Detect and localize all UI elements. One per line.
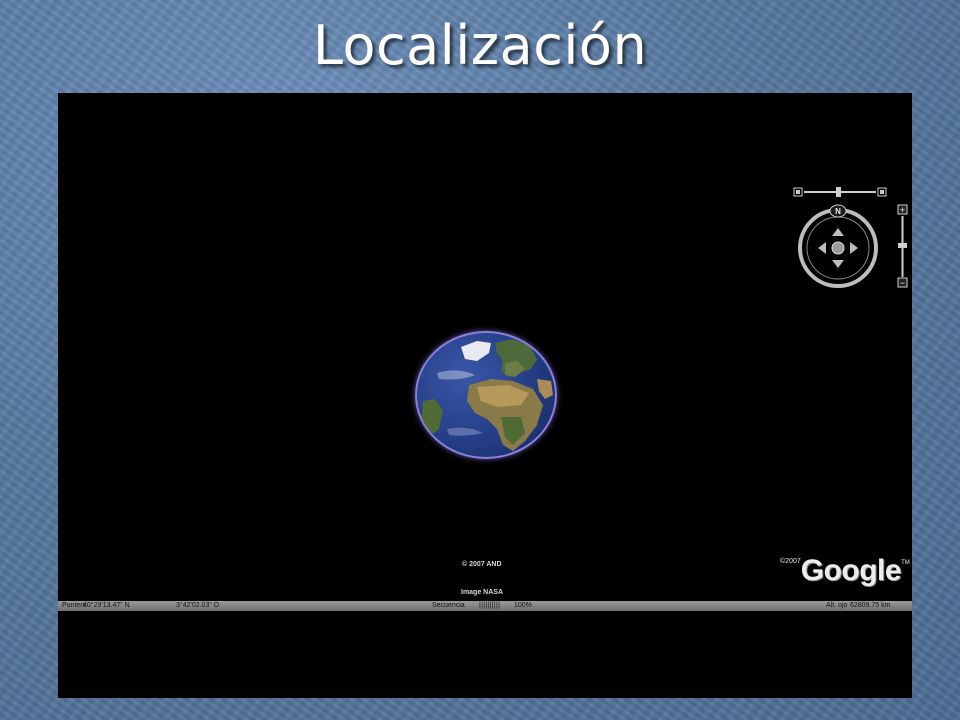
pan-right-arrow[interactable]	[850, 242, 858, 254]
streaming-label: Secuencia	[432, 602, 465, 609]
logo-text: Google	[800, 554, 902, 587]
credit-and: © 2007 AND	[462, 561, 502, 568]
streaming-progress: ||||||||||	[479, 602, 501, 609]
google-earth-viewer[interactable]: N + − © 2007 AND Image NASA ©2007GoogleT…	[58, 93, 912, 698]
look-joystick[interactable]	[831, 241, 845, 255]
globe-landmass	[421, 339, 553, 451]
slide-title: Localización	[312, 14, 648, 77]
pan-down-arrow[interactable]	[832, 260, 844, 268]
google-logo: ©2007GoogleTM	[780, 554, 910, 588]
credit-nasa: Image NASA	[461, 589, 504, 596]
pointer-latitude: 40°29'13.47" N	[83, 602, 130, 609]
svg-text:+: +	[900, 205, 905, 215]
pan-left-arrow[interactable]	[818, 242, 826, 254]
status-bar: Puntero 40°29'13.47" N 3°42'02.03" O Sec…	[58, 601, 912, 611]
tilt-slider[interactable]	[793, 187, 887, 197]
zoom-slider[interactable]: + −	[897, 204, 908, 288]
logo-copyright: ©2007	[780, 558, 801, 565]
altitude-value: 62809.75 km	[850, 602, 891, 609]
streaming-percent: 100%	[514, 602, 532, 609]
navigation-controls: N + −	[788, 183, 912, 293]
compass-north-label: N	[835, 207, 841, 216]
pan-up-arrow[interactable]	[832, 228, 844, 236]
altitude-label: Alt. ojo	[826, 602, 848, 609]
earth-globe[interactable]	[415, 331, 557, 459]
logo-trademark: TM	[901, 560, 910, 566]
pointer-longitude: 3°42'02.03" O	[176, 602, 220, 609]
svg-text:−: −	[900, 278, 905, 288]
